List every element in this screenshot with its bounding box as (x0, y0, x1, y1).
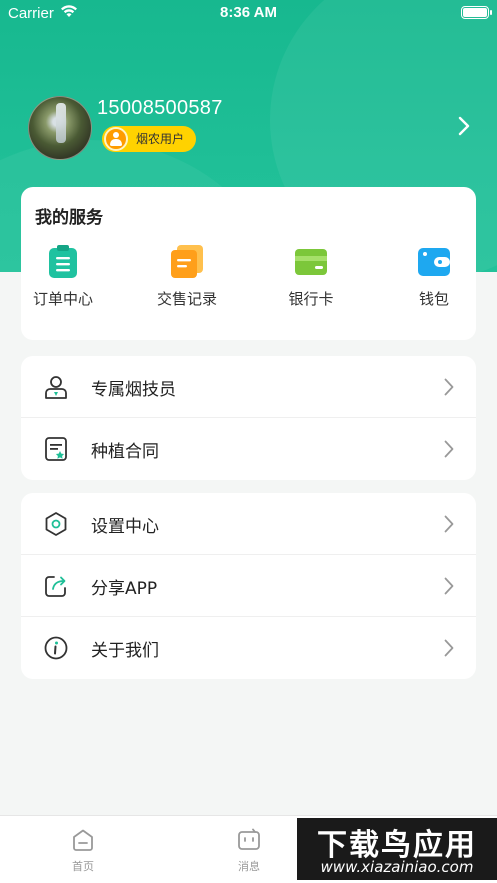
records-icon (171, 245, 203, 278)
chevron-right-icon (444, 515, 454, 533)
user-icon (104, 127, 128, 151)
chevron-right-icon[interactable] (457, 116, 471, 136)
chevron-right-icon (444, 639, 454, 657)
tab-label: 首页 (72, 860, 94, 873)
user-type-badge: 烟农用户 (102, 126, 197, 152)
avatar[interactable] (28, 96, 92, 160)
service-sale-records[interactable]: 交售记录 (147, 245, 227, 309)
services-title: 我的服务 (35, 208, 103, 228)
battery-icon (461, 6, 492, 19)
service-label: 银行卡 (288, 290, 334, 308)
share-icon (45, 576, 66, 597)
menu-group-2: 设置中心 分享APP 关于我们 (21, 493, 476, 679)
wallet-icon (418, 248, 450, 276)
status-bar: Carrier 8:36 AM (0, 0, 497, 26)
menu-item-settings[interactable]: 设置中心 (21, 493, 476, 555)
menu-label: 设置中心 (91, 517, 159, 537)
profile-header[interactable]: 15008500587 烟农用户 (28, 96, 477, 160)
my-services-card: 我的服务 订单中心 交售记录 银行卡 钱包 (21, 187, 476, 340)
menu-group-1: 专属烟技员 种植合同 (21, 356, 476, 480)
service-bank-card[interactable]: 银行卡 (271, 245, 351, 309)
menu-label: 关于我们 (91, 641, 159, 661)
contract-icon (45, 437, 67, 461)
service-label: 订单中心 (32, 290, 93, 308)
service-label: 钱包 (418, 290, 449, 308)
tab-home[interactable]: 首页 (53, 826, 113, 876)
watermark: 下载鸟应用 www.xiazainiao.com (297, 818, 497, 880)
chevron-right-icon (444, 440, 454, 458)
user-type-label: 烟农用户 (136, 132, 185, 146)
menu-label: 种植合同 (91, 442, 159, 462)
chevron-right-icon (444, 577, 454, 595)
menu-item-contract[interactable]: 种植合同 (21, 418, 476, 480)
menu-item-technician[interactable]: 专属烟技员 (21, 356, 476, 418)
menu-item-about[interactable]: 关于我们 (21, 617, 476, 679)
tab-messages[interactable]: 消息 (219, 826, 279, 876)
technician-icon (45, 376, 67, 399)
chevron-right-icon (444, 378, 454, 396)
message-icon (238, 828, 260, 850)
home-icon (73, 829, 93, 851)
menu-label: 专属烟技员 (91, 380, 176, 400)
service-order-center[interactable]: 订单中心 (23, 245, 103, 309)
phone-number: 15008500587 (97, 97, 223, 119)
tab-label: 消息 (238, 860, 260, 873)
clock: 8:36 AM (220, 4, 277, 21)
menu-item-share[interactable]: 分享APP (21, 555, 476, 617)
clipboard-icon (49, 245, 77, 278)
watermark-url: www.xiazainiao.com (320, 858, 474, 876)
bank-card-icon (295, 249, 327, 275)
service-wallet[interactable]: 钱包 (394, 245, 474, 309)
menu-label: 分享APP (91, 579, 158, 599)
service-label: 交售记录 (156, 290, 217, 308)
settings-icon (45, 512, 67, 536)
info-icon (44, 636, 68, 660)
